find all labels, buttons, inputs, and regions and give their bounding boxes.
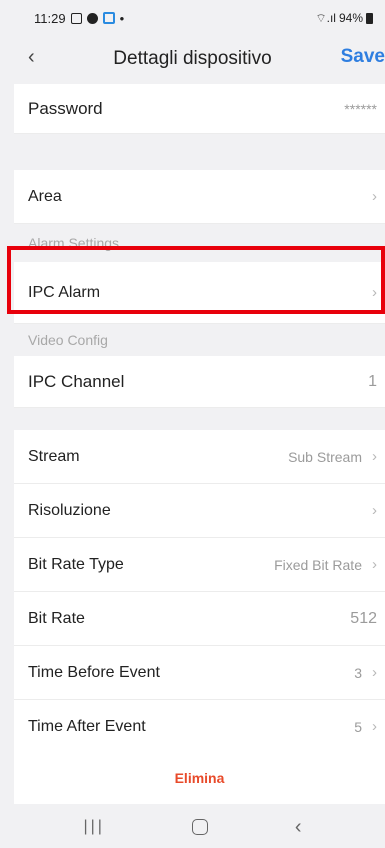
battery-icon (366, 12, 373, 24)
ipc-channel-row[interactable]: IPC Channel 1 (14, 356, 385, 408)
stream-right: Sub Stream › (288, 448, 377, 465)
time-before-event-row[interactable]: Time Before Event 3 › (14, 646, 385, 700)
chevron-right-icon: › (372, 448, 377, 465)
bit-rate-value: 512 (350, 609, 377, 627)
video-config-section: Video Config (28, 332, 108, 348)
bit-rate-type-value: Fixed Bit Rate (274, 556, 362, 573)
password-right: ****** (344, 101, 377, 117)
chevron-right-icon: › (372, 718, 377, 735)
area-row[interactable]: Area › (14, 170, 385, 224)
settings-list: Password ****** Area › Alarm Settings IP… (14, 84, 385, 754)
time-before-event-label: Time Before Event (28, 663, 160, 681)
chevron-right-icon: › (372, 556, 377, 573)
chevron-right-icon: › (372, 284, 377, 301)
record-notification-icon (86, 12, 98, 24)
app-notification-icon (102, 12, 115, 24)
password-label: Password (28, 98, 103, 118)
bit-rate-right: 512 (350, 610, 377, 628)
time-after-event-value: 5 (354, 718, 362, 735)
bit-rate-row[interactable]: Bit Rate 512 (14, 592, 385, 646)
bit-rate-type-right: Fixed Bit Rate › (274, 556, 377, 573)
stream-value: Sub Stream (288, 448, 362, 465)
header-bar: ‹ Dettagli dispositivo Save (0, 36, 385, 82)
area-label: Area (28, 187, 62, 205)
chevron-right-icon: › (372, 502, 377, 519)
ipc-alarm-right: › (372, 284, 377, 301)
back-button[interactable]: ‹ (28, 45, 35, 69)
stream-label: Stream (28, 447, 80, 465)
time-before-event-right: 3 › (354, 664, 377, 681)
save-button[interactable]: Save (341, 46, 385, 68)
alarm-settings-section: Alarm Settings (28, 235, 120, 251)
status-left: 11:29 • (34, 11, 124, 26)
time-after-event-right: 5 › (354, 718, 377, 735)
status-right: ⌔.ıl 94% (315, 11, 373, 26)
page-title: Dettagli dispositivo (113, 48, 272, 69)
ipc-channel-label: IPC Channel (28, 371, 125, 391)
ipc-channel-right: 1 (368, 373, 377, 391)
ipc-alarm-row[interactable]: IPC Alarm › (14, 262, 385, 324)
risoluzione-right: › (372, 502, 377, 519)
time-after-event-row[interactable]: Time After Event 5 › (14, 700, 385, 754)
risoluzione-label: Risoluzione (28, 501, 111, 519)
area-right: › (372, 188, 377, 205)
back-key-icon[interactable]: ‹ (295, 816, 302, 839)
time-before-event-value: 3 (354, 664, 362, 681)
delete-label: Elimina (174, 770, 225, 786)
more-notifications-dot: • (119, 10, 125, 26)
gallery-notification-icon (70, 12, 82, 24)
ipc-alarm-label: IPC Alarm (28, 283, 101, 301)
password-value: ****** (344, 100, 377, 117)
home-key-icon[interactable] (191, 819, 208, 835)
status-time: 11:29 (34, 10, 66, 26)
bit-rate-label: Bit Rate (28, 609, 85, 627)
delete-button[interactable]: Elimina (14, 752, 385, 804)
password-row[interactable]: Password ****** (14, 84, 385, 134)
ipc-channel-value: 1 (368, 372, 377, 390)
system-navigation-bar: ||| ‹ (0, 806, 385, 848)
wifi-signal-icon: ⌔.ıl (315, 10, 336, 25)
chevron-right-icon: › (372, 664, 377, 681)
status-bar: 11:29 • ⌔.ıl 94% (0, 0, 385, 36)
chevron-right-icon: › (372, 188, 377, 205)
bit-rate-type-label: Bit Rate Type (28, 555, 124, 573)
risoluzione-row[interactable]: Risoluzione › (14, 484, 385, 538)
battery-percent: 94% (338, 11, 363, 25)
recents-key-icon[interactable]: ||| (83, 818, 104, 836)
bit-rate-type-row[interactable]: Bit Rate Type Fixed Bit Rate › (14, 538, 385, 592)
stream-row[interactable]: Stream Sub Stream › (14, 430, 385, 484)
time-after-event-label: Time After Event (28, 717, 146, 735)
